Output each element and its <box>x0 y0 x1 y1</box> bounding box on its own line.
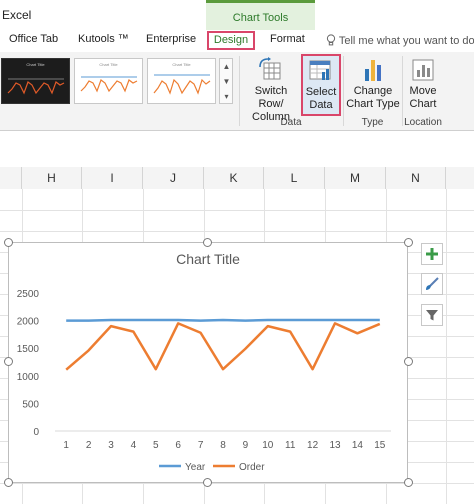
chart-elements-button[interactable] <box>421 243 443 265</box>
column-header-i[interactable]: I <box>82 167 143 189</box>
resize-handle-top[interactable] <box>203 238 212 247</box>
app-name: Excel <box>2 8 32 22</box>
tab-design[interactable]: Design <box>207 31 255 50</box>
chart-tools-label: Chart Tools <box>232 12 289 24</box>
change-chart-type-label-2: Chart Type <box>346 98 400 110</box>
gridline <box>0 483 474 484</box>
y-tick-label: 0 <box>33 427 39 438</box>
x-tick-label: 7 <box>198 440 204 451</box>
select-data-label-2: Data <box>309 99 333 111</box>
gridline <box>0 231 474 232</box>
change-chart-type-button[interactable]: Change Chart Type <box>345 57 401 111</box>
select-data-button[interactable]: Select Data <box>301 54 341 116</box>
x-tick-label: 2 <box>86 440 92 451</box>
x-tick-label: 1 <box>63 440 69 451</box>
tab-kutools[interactable]: Kutools ™ <box>78 33 129 45</box>
series-line-year <box>66 318 380 322</box>
resize-handle-top-right[interactable] <box>404 238 413 247</box>
move-chart-label-1: Move <box>409 85 437 97</box>
resize-handle-right[interactable] <box>404 357 413 366</box>
group-label-location: Location <box>404 117 442 128</box>
resize-handle-top-left[interactable] <box>4 238 13 247</box>
chart-plot[interactable]: 050010001500200025001 2 3 4 5 6 7 8 9 10 11 12 13 14 1… <box>9 243 407 482</box>
y-tick-label: 2000 <box>17 317 40 328</box>
gallery-more-icon[interactable]: ▾ <box>222 90 231 103</box>
title-bar: Excel Chart Tools <box>0 0 474 30</box>
y-tick-label: 500 <box>22 399 39 410</box>
switch-row-column-label-1: Switch Row/ <box>254 85 288 110</box>
y-tick-label: 1000 <box>17 372 40 383</box>
x-tick-label: 12 <box>307 440 319 451</box>
group-label-data: Data <box>280 117 302 128</box>
ribbon: Chart Title Chart Title Chart Title ▲ ▼ … <box>0 52 474 131</box>
gridline <box>0 210 474 211</box>
group-label-type: Type <box>361 117 384 128</box>
ribbon-separator <box>402 56 403 126</box>
chart-style-3[interactable]: Chart Title <box>147 58 216 104</box>
legend-label-order: Order <box>239 462 265 473</box>
filter-icon <box>426 310 438 321</box>
x-tick-label: 11 <box>285 440 296 451</box>
chart-style-1[interactable]: Chart Title <box>1 58 70 104</box>
x-tick-label: 5 <box>153 440 159 451</box>
corner-cell[interactable] <box>0 167 22 189</box>
legend-label-year: Year <box>185 462 206 473</box>
column-header-h[interactable]: H <box>22 167 82 189</box>
tab-office-tab[interactable]: Office Tab <box>9 33 58 45</box>
gridline <box>446 189 447 504</box>
move-chart-button[interactable]: Move Chart <box>404 57 442 111</box>
tab-format[interactable]: Format <box>270 33 305 45</box>
resize-handle-left[interactable] <box>4 357 13 366</box>
x-tick-label: 14 <box>352 440 364 451</box>
switch-row-column-button[interactable]: Switch Row/ Column <box>242 57 300 124</box>
column-header-j[interactable]: J <box>143 167 204 189</box>
x-tick-label: 10 <box>262 440 274 451</box>
brush-icon <box>426 277 439 290</box>
x-tick-label: 9 <box>243 440 249 451</box>
chart-styles-button[interactable] <box>421 273 443 295</box>
column-headers: H I J K L M N <box>0 167 474 190</box>
tell-me-placeholder: Tell me what you want to do... <box>338 35 474 47</box>
resize-handle-bottom[interactable] <box>203 478 212 487</box>
x-tick-label: 6 <box>175 440 181 451</box>
gallery-down-icon[interactable]: ▼ <box>222 75 231 88</box>
resize-handle-bottom-left[interactable] <box>4 478 13 487</box>
ribbon-separator <box>239 56 240 126</box>
select-data-icon <box>309 60 331 80</box>
x-tick-label: 4 <box>131 440 137 451</box>
series-line-order <box>65 322 381 371</box>
resize-handle-bottom-right[interactable] <box>404 478 413 487</box>
gallery-up-icon[interactable]: ▲ <box>222 60 231 73</box>
chart-style-3-preview <box>153 74 211 95</box>
formula-area <box>0 131 474 168</box>
x-tick-label: 13 <box>329 440 341 451</box>
column-header-k[interactable]: K <box>204 167 264 189</box>
tell-me-search[interactable]: Tell me what you want to do... <box>326 34 474 47</box>
change-chart-type-icon <box>365 60 381 81</box>
chart-style-2-preview <box>80 76 138 93</box>
y-tick-label: 2500 <box>17 289 40 300</box>
chart-object[interactable]: Chart Title 0 500 1000 1500 2000 2500 1 2 3 4 5 6 7 8… <box>8 242 408 483</box>
chart-filters-button[interactable] <box>421 304 443 326</box>
chart-tools-context-group: Chart Tools <box>206 0 315 30</box>
chart-style-2[interactable]: Chart Title <box>74 58 143 104</box>
column-header-l[interactable]: L <box>264 167 325 189</box>
move-chart-icon <box>412 59 434 81</box>
switch-row-column-icon <box>259 57 281 80</box>
y-tick-label: 1500 <box>17 344 40 355</box>
chart-style-1-preview <box>7 78 65 95</box>
x-tick-label: 8 <box>220 440 226 451</box>
style-gallery-scroll[interactable]: ▲ ▼ ▾ <box>219 58 233 104</box>
x-tick-label: 3 <box>108 440 114 451</box>
x-tick-label: 15 <box>374 440 386 451</box>
column-header-n[interactable]: N <box>386 167 446 189</box>
ribbon-separator <box>343 56 344 126</box>
change-chart-type-label-1: Change <box>353 85 393 97</box>
lightbulb-icon <box>326 34 336 46</box>
tab-enterprise[interactable]: Enterprise <box>146 33 196 45</box>
select-data-label-1: Select <box>305 86 337 98</box>
column-header-m[interactable]: M <box>325 167 386 189</box>
move-chart-label-2: Chart <box>409 98 437 110</box>
plus-icon <box>426 248 438 260</box>
